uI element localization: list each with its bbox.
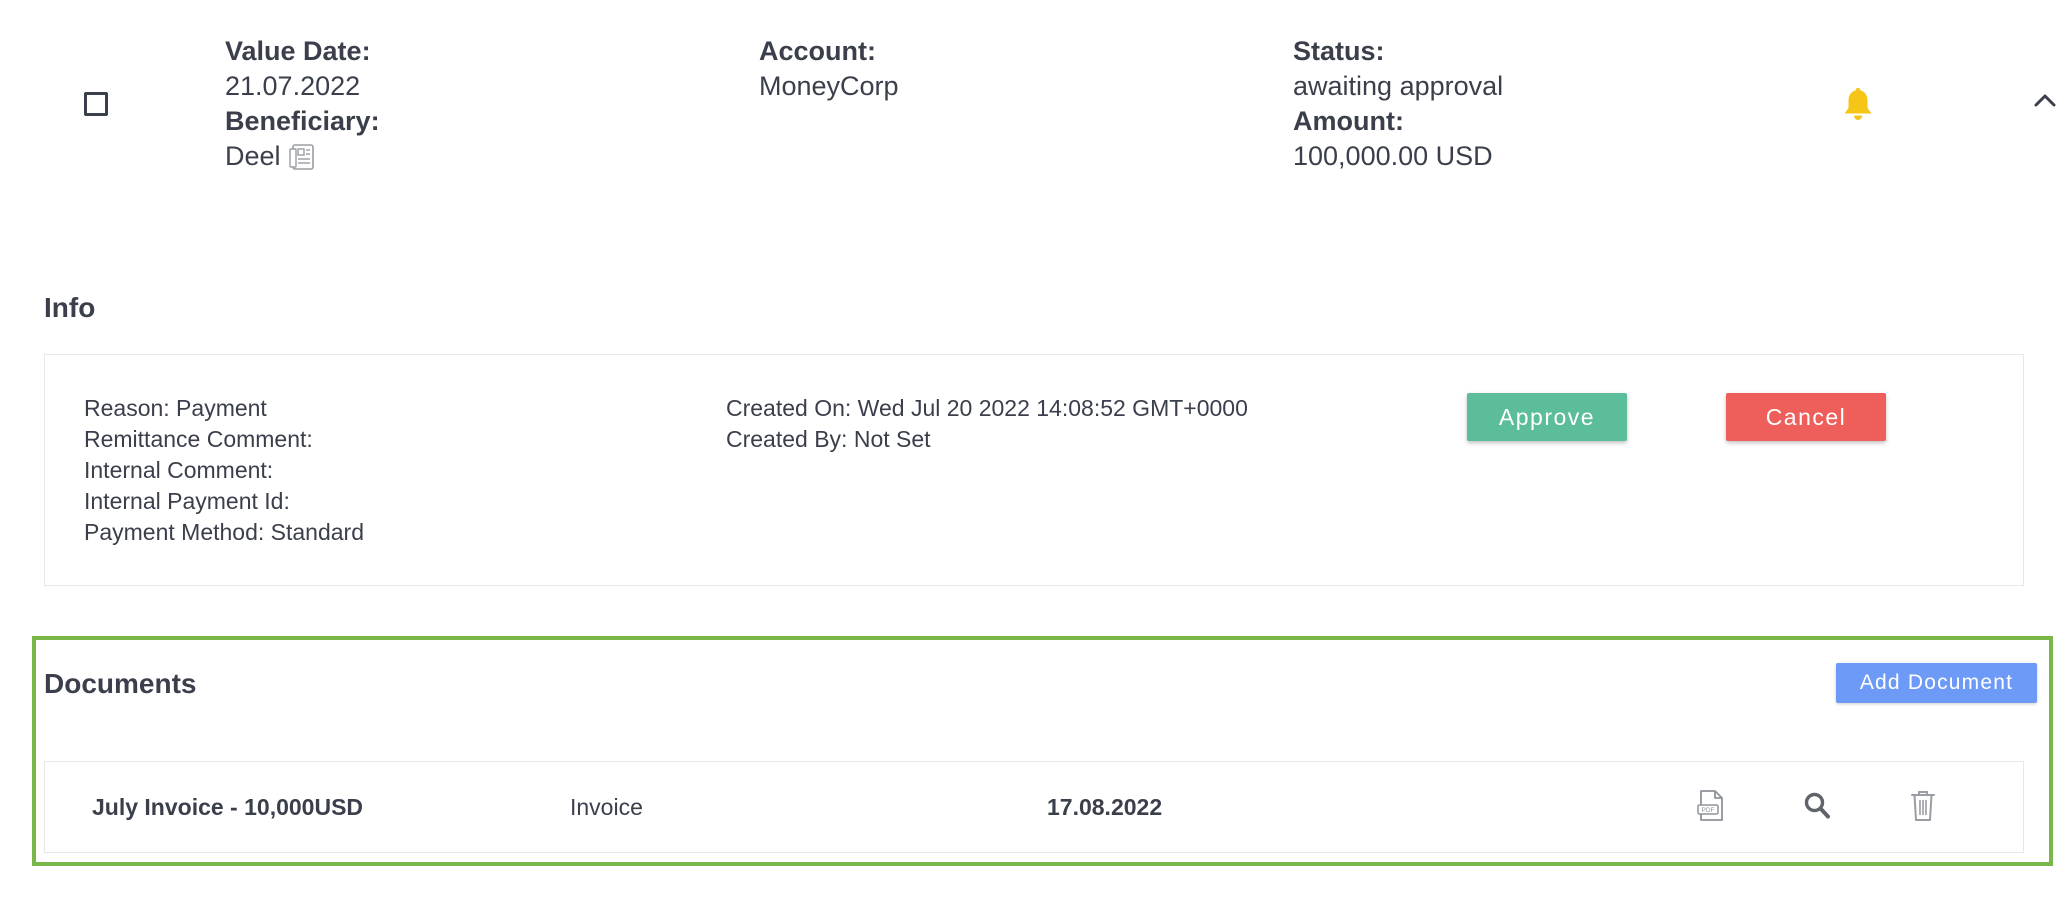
account-block: Account: MoneyCorp <box>759 34 899 104</box>
info-reason: Reason: Payment <box>84 395 267 421</box>
chevron-up-icon[interactable] <box>2030 90 2060 110</box>
beneficiary-label: Beneficiary: <box>225 106 380 136</box>
cancel-button[interactable]: Cancel <box>1726 393 1886 441</box>
contact-card-icon[interactable] <box>288 143 315 171</box>
row-select-checkbox-icon[interactable] <box>84 92 108 116</box>
amount-value: 100,000.00 USD <box>1293 141 1493 171</box>
status-value: awaiting approval <box>1293 71 1504 101</box>
beneficiary-block: Deel <box>225 139 380 174</box>
bell-icon[interactable] <box>1842 86 1874 122</box>
document-name: July Invoice - 10,000USD <box>92 794 364 820</box>
status-block: Status: awaiting approval Amount: 100,00… <box>1293 34 1503 174</box>
pdf-file-icon[interactable]: PDF <box>1695 789 1727 823</box>
beneficiary-name: Deel <box>225 141 281 171</box>
info-left-column: Reason: Payment Remittance Comment: Inte… <box>84 393 364 548</box>
account-value: MoneyCorp <box>759 71 899 101</box>
document-type: Invoice <box>570 794 643 820</box>
add-document-button[interactable]: Add Document <box>1836 663 2037 703</box>
svg-text:PDF: PDF <box>1702 807 1715 814</box>
trash-icon[interactable] <box>1909 789 1937 823</box>
search-icon[interactable] <box>1803 791 1831 821</box>
info-internal-payment-id: Internal Payment Id: <box>84 488 290 514</box>
info-title: Info <box>44 292 96 323</box>
approve-button[interactable]: Approve <box>1467 393 1627 441</box>
amount-label: Amount: <box>1293 106 1404 136</box>
value-date-block: Value Date: 21.07.2022 Beneficiary: Deel <box>225 34 380 174</box>
document-date: 17.08.2022 <box>1047 794 1163 820</box>
value-date-label: Value Date: <box>225 36 371 66</box>
info-payment-method: Payment Method: Standard <box>84 519 364 545</box>
info-created-by: Created By: Not Set <box>726 426 931 452</box>
value-date: 21.07.2022 <box>225 71 361 101</box>
info-created-on: Created On: Wed Jul 20 2022 14:08:52 GMT… <box>726 395 1248 421</box>
info-internal-comment: Internal Comment: <box>84 457 274 483</box>
documents-title: Documents <box>44 668 197 699</box>
info-remittance-comment: Remittance Comment: <box>84 426 313 452</box>
status-label: Status: <box>1293 36 1385 66</box>
info-right-column: Created On: Wed Jul 20 2022 14:08:52 GMT… <box>726 393 1248 455</box>
account-label: Account: <box>759 36 876 66</box>
